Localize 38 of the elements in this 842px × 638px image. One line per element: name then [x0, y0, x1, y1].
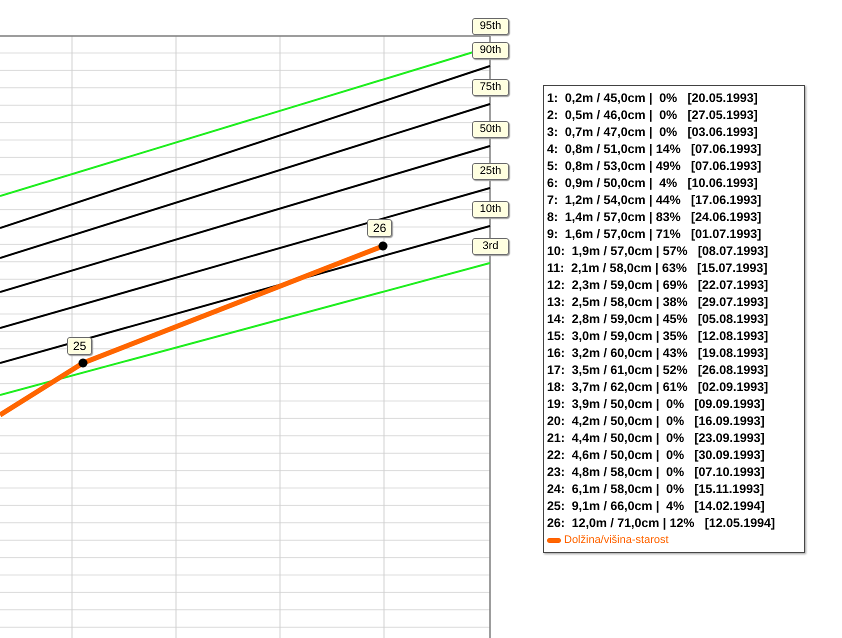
legend-entry: 25: 9,1m / 66,0cm | 4% [14.02.1994] — [547, 498, 766, 515]
legend-entry: 5: 0,8m / 53,0cm | 49% [07.06.1993] — [547, 158, 762, 175]
legend-entry: 16: 3,2m / 60,0cm | 43% [19.08.1993] — [547, 345, 770, 362]
percentile-label: 3rd — [472, 238, 509, 255]
legend-entry: 3: 0,7m / 47,0cm | 0% [03.06.1993] — [547, 124, 759, 141]
legend-entry: 14: 2,8m / 59,0cm | 45% [05.08.1993] — [547, 311, 770, 328]
percentile-label: 10th — [472, 201, 509, 218]
legend-entry: 23: 4,8m / 58,0cm | 0% [07.10.1993] — [547, 464, 766, 481]
percentile-label: 90th — [472, 42, 509, 59]
legend-entry: 2: 0,5m / 46,0cm | 0% [27.05.1993] — [547, 107, 759, 124]
data-point — [378, 242, 388, 250]
legend-entry: 21: 4,4m / 50,0cm | 0% [23.09.1993] — [547, 430, 766, 447]
legend-entry: 18: 3,7m / 62,0cm | 61% [02.09.1993] — [547, 379, 770, 396]
point-label: 25 — [67, 337, 92, 355]
legend-entry: 4: 0,8m / 51,0cm | 14% [07.06.1993] — [547, 141, 762, 158]
legend-entry: 8: 1,4m / 57,0cm | 83% [24.06.1993] — [547, 209, 762, 226]
legend-entry: 9: 1,6m / 57,0cm | 71% [01.07.1993] — [547, 226, 762, 243]
legend-entry: 24: 6,1m / 58,0cm | 0% [15.11.1993] — [547, 481, 765, 498]
percentile-label: 95th — [472, 18, 509, 35]
legend-entry: 11: 2,1m / 58,0cm | 63% [15.07.1993] — [547, 260, 768, 277]
legend-series-label: Dolžina/višina-starost — [564, 533, 669, 547]
point-label: 26 — [367, 219, 392, 237]
legend-entry: 26: 12,0m / 71,0cm | 12% [12.05.1994] — [547, 515, 776, 532]
legend-entry: 10: 1,9m / 57,0cm | 57% [08.07.1993] — [547, 243, 770, 260]
legend-entry: 13: 2,5m / 58,0cm | 38% [29.07.1993] — [547, 294, 770, 311]
legend-entry: 12: 2,3m / 59,0cm | 69% [22.07.1993] — [547, 277, 770, 294]
legend-entry: 6: 0,9m / 50,0cm | 4% [10.06.1993] — [547, 175, 759, 192]
legend-entry: 22: 4,6m / 50,0cm | 0% [30.09.1993] — [547, 447, 766, 464]
legend-entry: 17: 3,5m / 61,0cm | 52% [26.08.1993] — [547, 362, 770, 379]
percentile-label: 75th — [472, 79, 509, 96]
legend-entry: 20: 4,2m / 50,0cm | 0% [16.09.1993] — [547, 413, 766, 430]
legend-entry: 15: 3,0m / 59,0cm | 35% [12.08.1993] — [547, 328, 770, 345]
data-point — [78, 358, 88, 368]
legend-entry: 19: 3,9m / 50,0cm | 0% [09.09.1993] — [547, 396, 766, 413]
legend-entry: 7: 1,2m / 54,0cm | 44% [17.06.1993] — [547, 192, 762, 209]
legend-entry: 1: 0,2m / 45,0cm | 0% [20.05.1993] — [547, 90, 759, 107]
percentile-label: 25th — [472, 163, 509, 180]
percentile-label: 50th — [472, 121, 509, 138]
